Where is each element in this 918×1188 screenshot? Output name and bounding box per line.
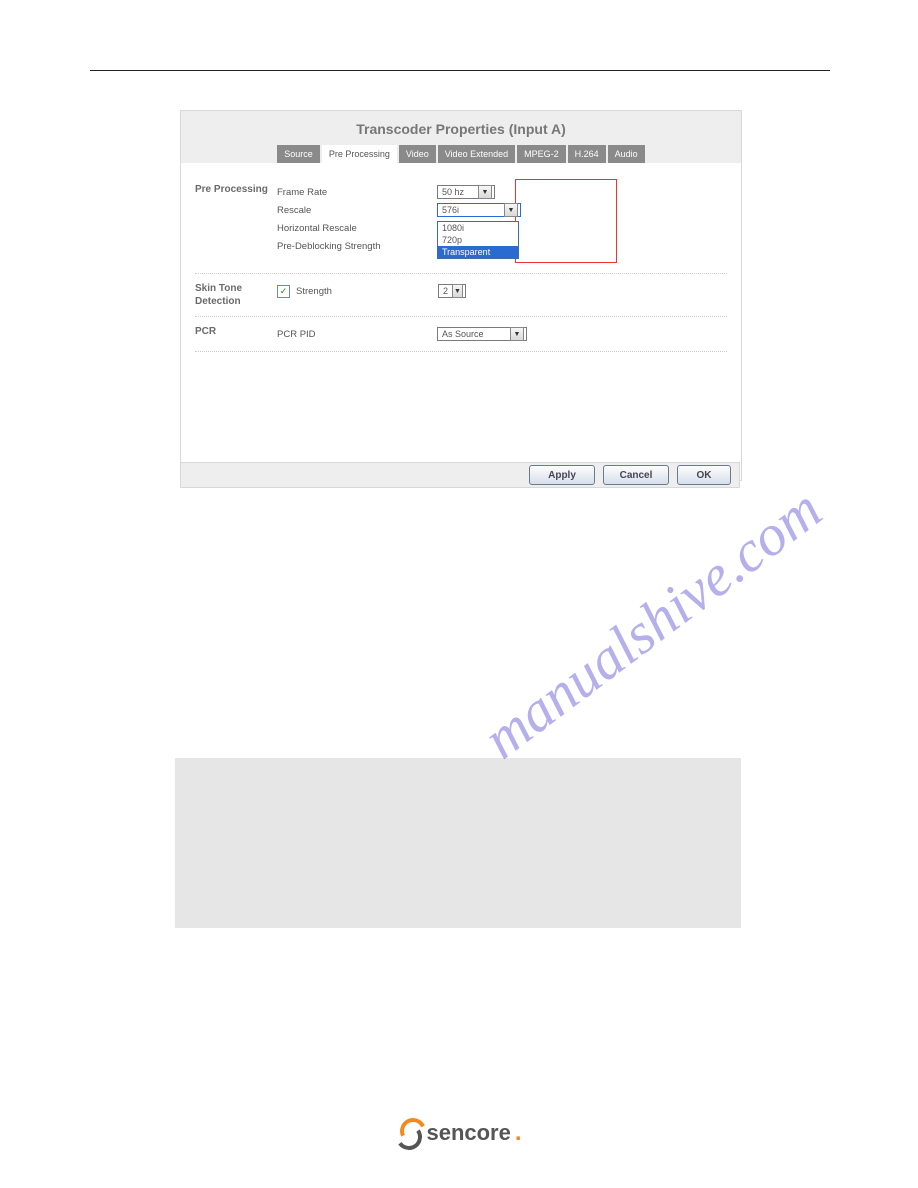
cancel-button[interactable]: Cancel bbox=[603, 465, 669, 485]
strength-checkbox[interactable]: ✓ bbox=[277, 285, 290, 298]
chevron-down-icon: ▼ bbox=[478, 185, 492, 199]
rescale-option-720p[interactable]: 720p bbox=[438, 234, 518, 246]
logo-text: sencore bbox=[426, 1120, 510, 1146]
section-label-skintone: Skin Tone Detection bbox=[195, 282, 277, 308]
rescale-select[interactable]: 576i ▼ bbox=[437, 203, 521, 217]
content-placeholder-block bbox=[175, 758, 741, 928]
dialog-title: Transcoder Properties (Input A) bbox=[181, 111, 741, 145]
pcr-pid-select[interactable]: As Source ▼ bbox=[437, 327, 527, 341]
tab-video[interactable]: Video bbox=[399, 145, 436, 163]
tab-pre-processing[interactable]: Pre Processing bbox=[322, 145, 397, 163]
section-skin-tone: Skin Tone Detection ✓ Strength 2 ▼ bbox=[195, 274, 727, 317]
rescale-option-transparent[interactable]: Transparent bbox=[438, 246, 518, 258]
chevron-down-icon: ▼ bbox=[510, 327, 524, 341]
section-pre-processing: Pre Processing Frame Rate 50 hz ▼ Rescal… bbox=[195, 175, 727, 274]
rescale-option-1080i[interactable]: 1080i bbox=[438, 222, 518, 234]
ok-button[interactable]: OK bbox=[677, 465, 731, 485]
rescale-options-dropdown: 1080i 720p Transparent bbox=[437, 221, 519, 259]
apply-button[interactable]: Apply bbox=[529, 465, 595, 485]
section-pcr: PCR PCR PID As Source ▼ bbox=[195, 317, 727, 352]
watermark-text: manualshive.com bbox=[471, 475, 834, 772]
predeblock-label: Pre-Deblocking Strength bbox=[277, 241, 457, 252]
strength-select[interactable]: 2 ▼ bbox=[438, 284, 466, 298]
dialog-button-bar: Apply Cancel OK bbox=[180, 462, 740, 488]
section-label-preprocessing: Pre Processing bbox=[195, 183, 277, 265]
rescale-value: 576i bbox=[442, 205, 459, 215]
frame-rate-value: 50 hz bbox=[442, 187, 464, 197]
dialog-tabs: Source Pre Processing Video Video Extend… bbox=[181, 145, 741, 163]
tab-mpeg2[interactable]: MPEG-2 bbox=[517, 145, 566, 163]
tab-h264[interactable]: H.264 bbox=[568, 145, 606, 163]
horizontal-rescale-label: Horizontal Rescale bbox=[277, 223, 437, 234]
rescale-label: Rescale bbox=[277, 205, 437, 216]
strength-value: 2 bbox=[443, 286, 448, 296]
dialog-panel: Pre Processing Frame Rate 50 hz ▼ Rescal… bbox=[181, 163, 741, 480]
logo-dot: . bbox=[515, 1127, 522, 1139]
transcoder-properties-dialog: Transcoder Properties (Input A) Source P… bbox=[180, 110, 742, 481]
frame-rate-label: Frame Rate bbox=[277, 187, 437, 198]
tab-source[interactable]: Source bbox=[277, 145, 320, 163]
tab-video-extended[interactable]: Video Extended bbox=[438, 145, 515, 163]
tab-audio[interactable]: Audio bbox=[608, 145, 645, 163]
pcr-pid-value: As Source bbox=[442, 329, 484, 339]
chevron-down-icon: ▼ bbox=[504, 203, 518, 217]
sencore-logo-icon bbox=[396, 1120, 422, 1146]
page-top-rule bbox=[90, 70, 830, 71]
strength-label: Strength bbox=[296, 286, 438, 297]
footer-logo: sencore. bbox=[0, 1120, 918, 1149]
pcr-pid-label: PCR PID bbox=[277, 329, 437, 340]
chevron-down-icon: ▼ bbox=[452, 284, 463, 298]
frame-rate-select[interactable]: 50 hz ▼ bbox=[437, 185, 495, 199]
section-label-pcr: PCR bbox=[195, 325, 277, 343]
